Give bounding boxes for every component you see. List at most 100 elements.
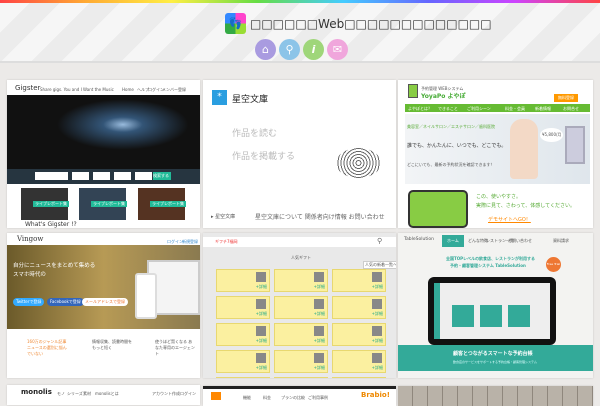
gift-thumb	[256, 326, 266, 336]
yoyapo-demo-link: デモサイトへGO！	[488, 217, 531, 223]
gigster-tagline: Share gigs. You and I Want the Music	[40, 87, 114, 92]
gift-more-link[interactable]: +詳細	[372, 311, 383, 317]
mail-icon[interactable]: ✉	[327, 39, 348, 60]
gift-more-link[interactable]: +詳細	[372, 365, 383, 371]
twitter-button: Twitterで登録	[13, 298, 45, 306]
gift-item-card[interactable]: +詳細	[274, 323, 328, 346]
gigster-heading: What's Gigster !?	[25, 221, 77, 228]
gigster-thumb: ライブレポート集	[79, 188, 127, 220]
gallery-card-vingow[interactable]: Vingow ログイン 新規登録 自分にニュースをまとめて集める スマホ時代の …	[7, 233, 200, 378]
tablesolution-nav: どんな特徴	[468, 238, 488, 243]
gallery-card-monolis[interactable]: monolis モノ シリーズ 素材 monolisとは アカウント作成 ログイ…	[7, 385, 200, 405]
tablesolution-nav: 資料請求	[553, 238, 569, 243]
yoyapo-logo-icon	[408, 84, 418, 98]
gift-thumb	[256, 272, 266, 282]
gift-more-link[interactable]: +詳細	[314, 311, 325, 317]
monitor-icon	[565, 126, 585, 164]
gallery-card-wood[interactable]	[398, 386, 593, 406]
gift-item-card[interactable]: +詳細	[274, 269, 328, 292]
vingow-hero: 自分にニュースをまとめて集める スマホ時代の Twitterで登録 Facebo…	[7, 245, 200, 329]
yoyapo-hero: 美容室／ネイルサロン／エステサロン／歯科医院 誰でも、かんたんに、いつでも、どこ…	[405, 114, 590, 184]
yoyapo-register-button: 無料登録	[554, 94, 578, 102]
brabio-brand: Brabio!	[361, 391, 390, 399]
gallery-card-tablesolution[interactable]: TableSolution ホーム どんな特徴 レストラン一覧 お問い合わせ 資…	[398, 233, 593, 378]
yoyapo-brand: YoyaPo よやぽ	[421, 93, 466, 100]
gift-more-link[interactable]: +詳細	[256, 365, 267, 371]
aozora-footer-left: ▸ 星空文庫	[211, 214, 236, 220]
gift-item-card[interactable]: +詳細	[332, 269, 386, 292]
gift-more-link[interactable]: +詳細	[314, 284, 325, 290]
facebook-button: Facebookで登録	[47, 298, 84, 306]
monolis-nav: 素材	[83, 391, 91, 396]
gigster-search-bar: 検索する	[7, 169, 200, 184]
gift-thumb	[314, 353, 324, 363]
aozora-footer-right[interactable]: 星空文庫について 関係者向け情報 お問い合わせ	[255, 212, 385, 221]
gift-more-link[interactable]: +詳細	[314, 338, 325, 344]
gift-more-link[interactable]: +詳細	[256, 311, 267, 317]
gigster-nav: メンバー登録	[162, 87, 186, 92]
home-icon[interactable]: ⌂	[255, 39, 276, 60]
gift-item-card[interactable]: +詳細	[274, 296, 328, 319]
gift-item-card[interactable]: +詳細	[216, 350, 270, 373]
monolis-nav: monolisとは	[95, 391, 119, 396]
gift-item-card[interactable]	[216, 377, 270, 378]
gigster-brand: Gigster	[15, 84, 41, 92]
gift-thumb	[256, 353, 266, 363]
gift-thumb	[256, 299, 266, 309]
gift-thumb	[372, 299, 382, 309]
tablesolution-banner: 顧客とつながるスマートな予約台帳 飲食店のサービスをサポートする予約台帳・顧客管…	[398, 345, 593, 371]
gigster-nav: Home	[122, 87, 134, 92]
gift-item-card[interactable]: +詳細	[216, 323, 270, 346]
yoyapo-menu: よやぽとは？ できること ご利用シーン 料金・会員 新着情報 お問合せ	[405, 104, 590, 112]
aozora-link-post: 作品を掲載する	[232, 152, 296, 162]
gallery-card-gigster[interactable]: Gigster Share gigs. You and I Want the M…	[7, 80, 200, 228]
gift-more-link[interactable]: +詳細	[256, 338, 267, 344]
gift-thumb	[314, 299, 324, 309]
gift-item-card[interactable]: +詳細	[332, 323, 386, 346]
search-icon[interactable]: ⚲	[279, 39, 300, 60]
monolis-brand: monolis	[21, 388, 52, 396]
gift-item-card[interactable]	[274, 377, 328, 378]
yoyapo-lead1: この、使いやすさ。	[476, 194, 522, 200]
gift-more-link[interactable]: +詳細	[372, 338, 383, 344]
monolis-signup: アカウント作成	[152, 391, 180, 396]
site-title: □□□□□□Web□□□□□□□□□□□□□	[250, 17, 492, 31]
search-icon[interactable]: ⚲	[377, 237, 382, 245]
monolis-nav: シリーズ	[67, 391, 83, 396]
yoyapo-tablet	[408, 190, 468, 228]
tablet-mockup	[428, 277, 556, 345]
logo-icon[interactable]: 👣	[225, 13, 246, 34]
gallery-card-aozora[interactable]: * 星空文庫 作品を読む 作品を掲載する ▸ 星空文庫 星空文庫について 関係者…	[203, 80, 396, 228]
gift-more-link[interactable]: +詳細	[256, 284, 267, 290]
gift-brand: ギフチ7福岡	[215, 239, 238, 244]
free-trial-badge[interactable]: Free Trial	[546, 257, 561, 272]
gift-item-card[interactable]: +詳細	[332, 350, 386, 373]
tablesolution-headline: 全国TOPレベルの飲食店、レストランが利用する	[446, 256, 536, 261]
aozora-illustration	[336, 148, 381, 178]
gallery-card-yoyapo[interactable]: 予約管理 WEBシステム YoyaPo よやぽ 無料登録 よやぽとは？ できるこ…	[398, 80, 593, 228]
gallery-card-brabio[interactable]: 機能 料金 プランの比較 ご利用事例 Brabio!	[203, 386, 396, 406]
tablesolution-brand: TableSolution	[404, 237, 434, 242]
gigster-thumb: ライブレポート集	[21, 188, 69, 220]
gift-item-card[interactable]	[332, 377, 386, 378]
gift-item-card[interactable]: +詳細	[216, 296, 270, 319]
gift-more-link[interactable]: +詳細	[314, 365, 325, 371]
aozora-link-read: 作品を読む	[232, 129, 278, 139]
vingow-brand: Vingow	[17, 235, 44, 243]
tablesolution-nav: お問い合わせ	[508, 238, 532, 243]
gift-more-link[interactable]: +詳細	[372, 284, 383, 290]
gift-sort-button[interactable]: 人気の新着一覧へ	[363, 261, 396, 269]
gift-item-card[interactable]: +詳細	[216, 269, 270, 292]
gallery-card-gift[interactable]: ギフチ7福岡 ⚲ 人気ギフト 人気の新着一覧へ +詳細 +詳細 +詳細 +詳細 +詳細 +…	[203, 233, 396, 378]
info-icon[interactable]: i	[303, 39, 324, 60]
gift-item-card[interactable]: +詳細	[274, 350, 328, 373]
gift-thumb	[314, 272, 324, 282]
gift-heading: 人気ギフト	[291, 255, 311, 260]
brabio-nav: プランの比較	[281, 395, 305, 400]
site-header: 👣 □□□□□□Web□□□□□□□□□□□□□ ⌂ ⚲ i ✉	[0, 3, 600, 63]
aozora-brand: 星空文庫	[232, 95, 269, 105]
yoyapo-lead2: 実際に見て、さわって、体感してください。	[476, 203, 575, 209]
tablesolution-headline: 予約・顧客管理システム TableSolution	[450, 263, 526, 268]
gift-item-card[interactable]: +詳細	[332, 296, 386, 319]
baby-photo	[510, 119, 538, 179]
